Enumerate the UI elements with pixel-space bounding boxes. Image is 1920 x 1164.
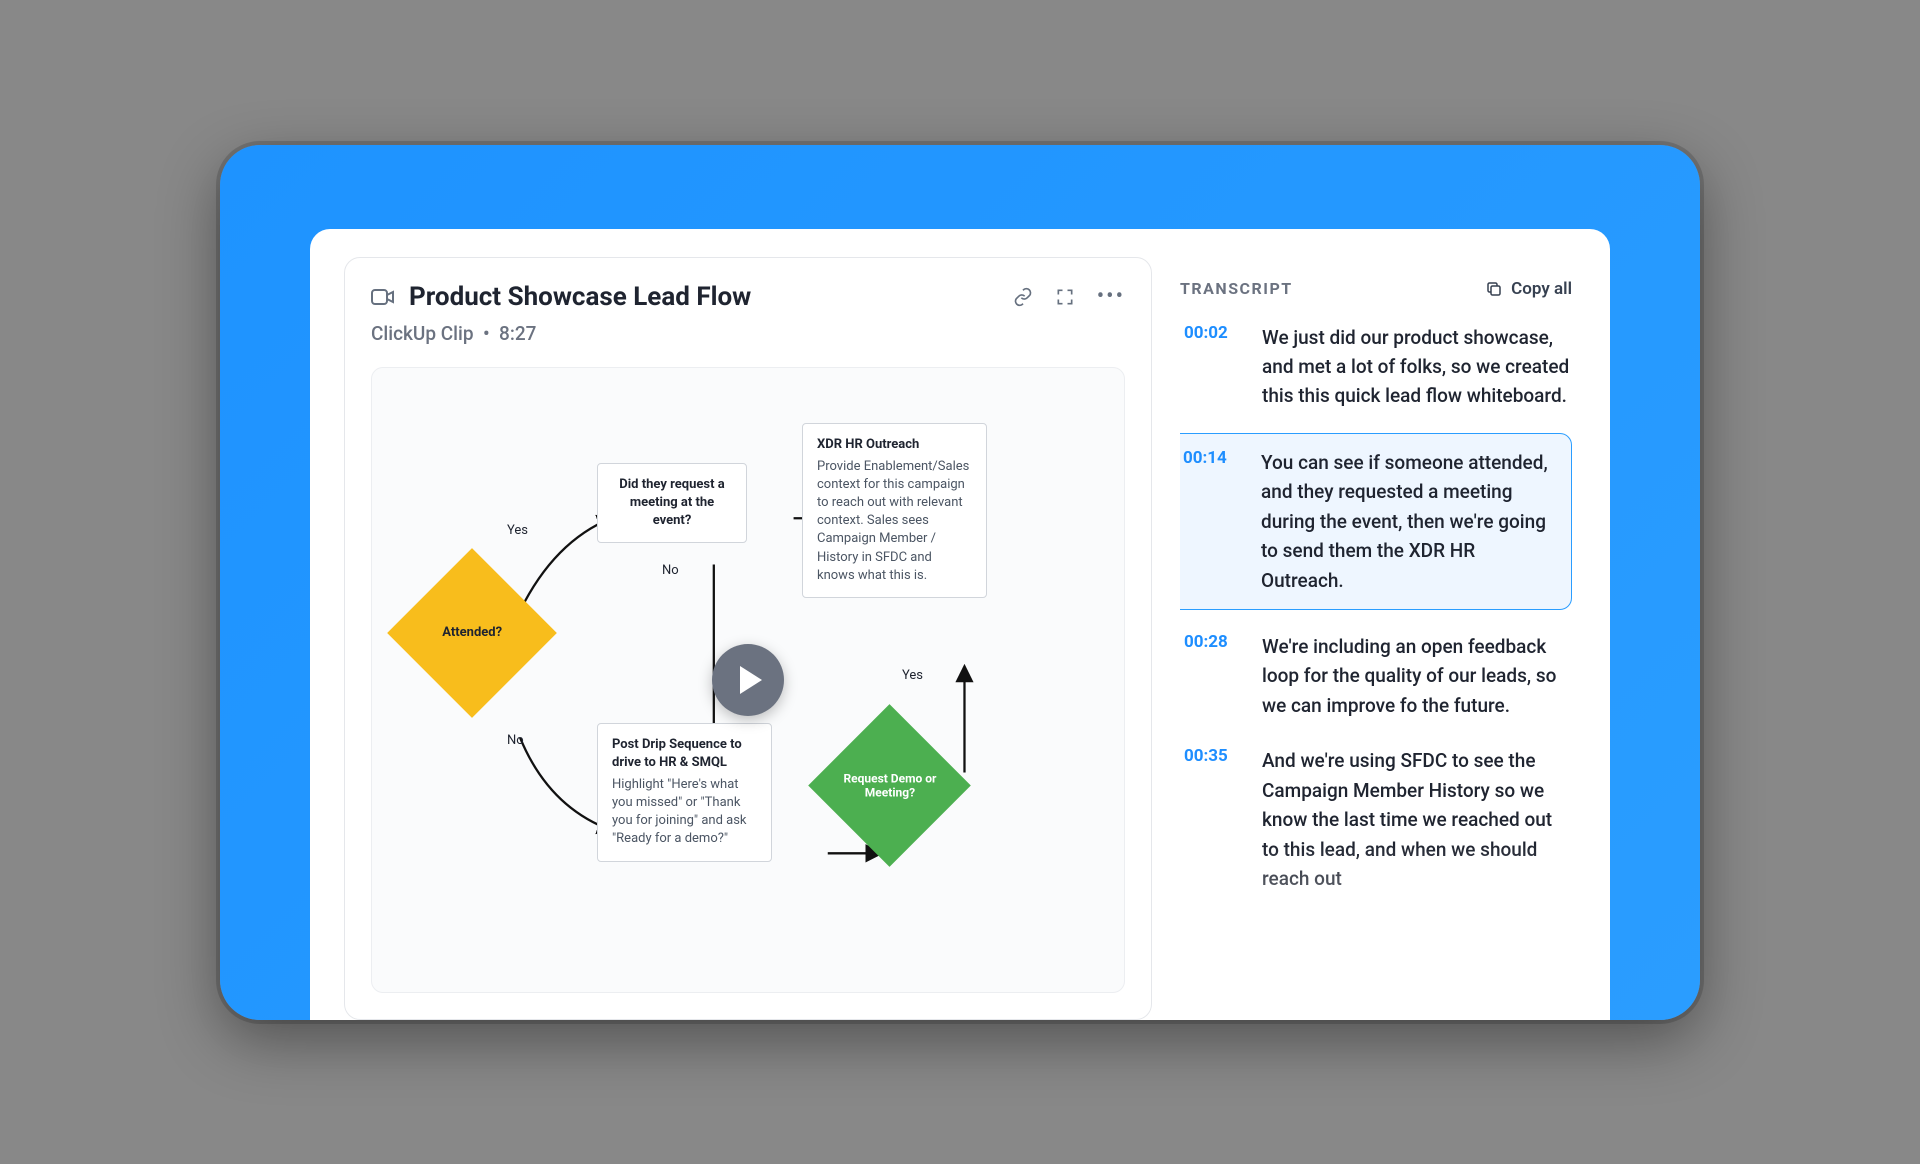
device-frame: Product Showcase Lead Flow ••• — [220, 145, 1700, 1020]
clip-title: Product Showcase Lead Flow — [409, 282, 751, 312]
transcript-panel: TRANSCRIPT Copy all 00:02 We just did our… — [1180, 229, 1610, 1020]
expand-icon[interactable] — [1055, 287, 1075, 307]
transcript-timestamp[interactable]: 00:02 — [1184, 323, 1242, 411]
transcript-list[interactable]: 00:02 We just did our product showcase, a… — [1180, 319, 1572, 1020]
transcript-header: TRANSCRIPT Copy all — [1180, 279, 1572, 299]
flow-label-meeting-no: No — [662, 563, 679, 578]
link-icon[interactable] — [1013, 287, 1033, 307]
transcript-row[interactable]: 00:14 You can see if someone attended, an… — [1180, 433, 1572, 610]
video-thumbnail[interactable]: Attended? Yes No Did they request a meet… — [371, 367, 1125, 993]
flow-node-attended: Attended? — [387, 548, 557, 718]
transcript-timestamp[interactable]: 00:35 — [1184, 746, 1242, 893]
transcript-row[interactable]: 00:35 And we're using SFDC to see the Cam… — [1180, 742, 1572, 897]
video-icon — [371, 287, 395, 307]
more-icon[interactable]: ••• — [1097, 286, 1125, 308]
transcript-text: We're including an open feedback loop fo… — [1262, 632, 1572, 720]
transcript-title: TRANSCRIPT — [1180, 279, 1293, 298]
flow-node-outreach: XDR HR Outreach Provide Enablement/Sales… — [802, 423, 987, 599]
transcript-text: We just did our product showcase, and me… — [1262, 323, 1572, 411]
transcript-row[interactable]: 00:28 We're including an open feedback lo… — [1180, 628, 1572, 724]
flow-node-drip: Post Drip Sequence to drive to HR & SMQL… — [597, 723, 772, 862]
clip-header: Product Showcase Lead Flow ••• — [371, 282, 1125, 312]
flow-node-meeting: Did they request a meeting at the event? — [597, 463, 747, 544]
flow-node-demo: Request Demo or Meeting? — [808, 704, 971, 867]
flow-label-no: No — [507, 733, 524, 748]
copy-icon — [1485, 280, 1503, 298]
clip-actions: ••• — [1013, 286, 1125, 308]
transcript-text: You can see if someone attended, and the… — [1261, 448, 1557, 595]
transcript-text: And we're using SFDC to see the Campaign… — [1262, 746, 1572, 893]
flow-label-demo-yes: Yes — [902, 668, 923, 683]
copy-all-button[interactable]: Copy all — [1485, 279, 1572, 299]
app-window: Product Showcase Lead Flow ••• — [310, 229, 1610, 1020]
transcript-timestamp[interactable]: 00:14 — [1183, 448, 1241, 595]
clip-card: Product Showcase Lead Flow ••• — [344, 257, 1152, 1020]
play-button[interactable] — [712, 644, 784, 716]
transcript-timestamp[interactable]: 00:28 — [1184, 632, 1242, 720]
clip-subtitle: ClickUp Clip • 8:27 — [371, 322, 1125, 345]
transcript-row[interactable]: 00:02 We just did our product showcase, a… — [1180, 319, 1572, 415]
flow-label-yes: Yes — [507, 523, 528, 538]
clip-panel: Product Showcase Lead Flow ••• — [310, 229, 1180, 1020]
